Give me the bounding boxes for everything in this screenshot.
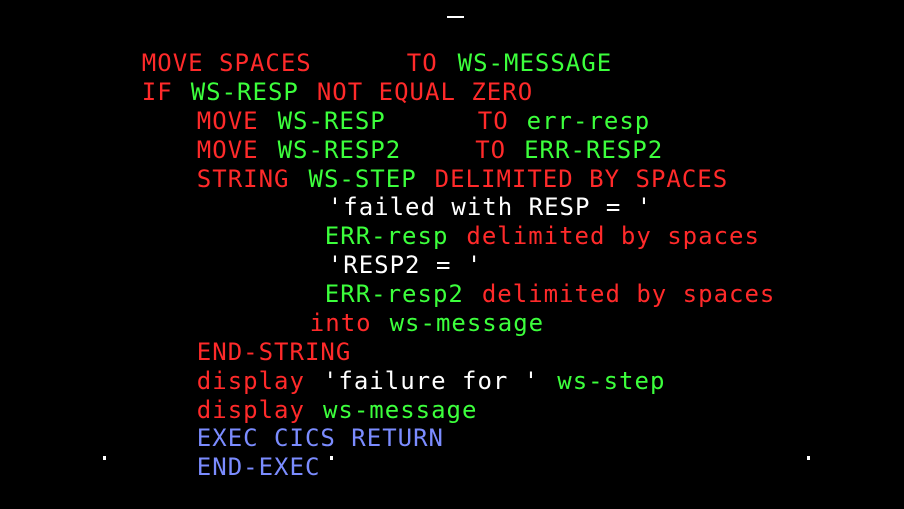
code-line-15: END-EXEC xyxy=(135,425,320,509)
code-token: delimited by spaces xyxy=(466,222,760,250)
code-token: ws-step xyxy=(557,367,666,395)
cut-off-next-line xyxy=(0,456,904,460)
code-token: ws-message xyxy=(389,309,545,337)
text-cursor xyxy=(447,16,464,18)
terminal-screen: MOVE SPACES TO WS-MESSAGE IF WS-RESP NOT EQU… xyxy=(0,0,904,481)
